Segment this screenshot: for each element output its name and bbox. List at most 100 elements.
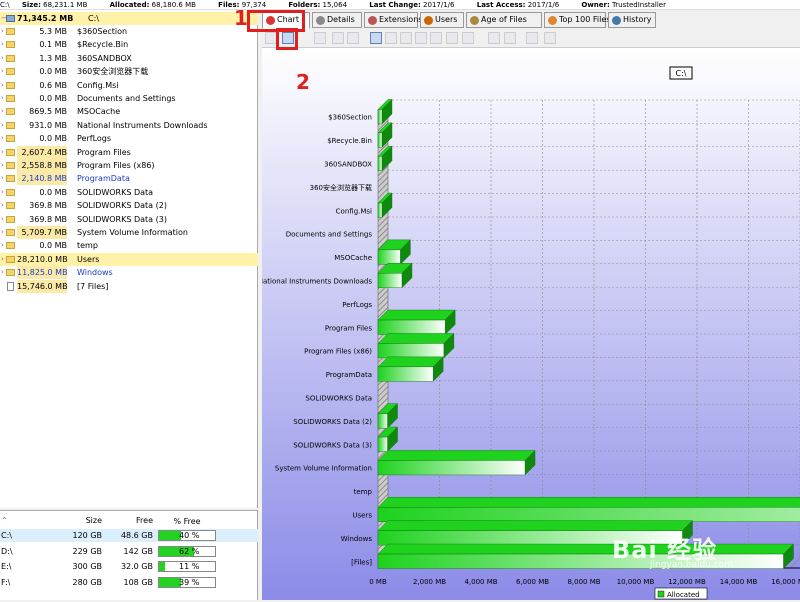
expand-icon[interactable]: › [1,38,4,51]
tab-details[interactable]: Details [312,12,362,28]
tab-history[interactable]: History [608,12,656,28]
legend-icon[interactable] [544,32,556,44]
drive-pct-bar: 11 % [158,561,216,572]
folder-icon [6,269,15,277]
tree-row-name: Program Files [77,147,131,157]
expand-icon[interactable]: › [1,52,4,65]
tree-row-size: 0.6 MB [39,80,67,90]
tree-row[interactable]: › 5,709.7 MB System Volume Information [0,226,258,239]
tree-row[interactable]: › 0.0 MB 360安全浏览器下载 [0,65,258,78]
tab-users[interactable]: Users [420,12,464,28]
options-icon[interactable] [526,32,538,44]
x-tick-label: 16,000 MB [771,578,800,586]
expand-icon[interactable]: › [1,199,4,212]
tree-row[interactable]: › 369.8 MB SOLIDWORKS Data (2) [0,199,258,212]
tree-row[interactable]: › 28,210.0 MB Users [0,252,258,266]
header-free[interactable]: Free [105,514,153,527]
expand-icon[interactable]: › [1,172,4,185]
background-icon[interactable] [430,32,442,44]
folders-value: 15,064 [322,1,348,9]
tree-row-name: MSOCache [77,107,121,117]
expand-icon[interactable]: › [1,146,4,159]
bar-top-face [377,356,444,368]
expand-icon[interactable]: › [1,65,4,78]
drive-row[interactable]: F:\ 280 GB 108 GB 39 % [0,576,258,589]
tab-label: Users [435,15,458,24]
folder-icon [6,121,15,129]
expand-icon[interactable]: › [1,213,4,226]
tree-row[interactable]: › 2,607.4 MB Program Files [0,145,258,159]
tree-row[interactable]: › 1.3 MB 360SANDBOX [0,52,258,65]
save-icon[interactable] [347,32,359,44]
bar [377,132,383,148]
tree-row-name: SOLIDWORKS Data [77,187,154,197]
tree-row[interactable]: › 0.0 MB Documents and Settings [0,92,258,105]
x-tick-label: 8,000 MB [567,578,600,586]
print-icon[interactable] [332,32,344,44]
tree-row[interactable]: › 11,825.0 MB Windows [0,266,258,280]
color-picker-icon[interactable] [462,32,474,44]
list-icon[interactable] [385,32,397,44]
x-tick-label: 4,000 MB [464,578,497,586]
annotation-box-toolbar-button [276,28,298,50]
tree-row[interactable]: › 931.0 MB National Instruments Downloads [0,119,258,132]
expand-icon[interactable]: › [1,226,4,239]
folders-label: Folders: [288,1,321,9]
expand-icon[interactable]: › [1,105,4,118]
tree-row[interactable]: › 2,140.8 MB ProgramData [0,172,258,186]
last-access-label: Last Access: [476,1,526,9]
bar-top-face [377,497,800,508]
tree-row[interactable]: › 369.8 MB SOLIDWORKS Data (3) [0,213,258,226]
tree-row[interactable]: › 0.0 MB temp [0,239,258,252]
expand-icon[interactable]: › [1,266,4,279]
bar [377,202,383,218]
status-bar: C:\ Size: 68,231.1 MB Allocated: 68,180.… [0,0,800,10]
tree-row[interactable]: › 0.0 MB PerfLogs [0,132,258,145]
tree-row[interactable]: › 5.3 MB $360Section [0,25,258,38]
grid-lines-icon[interactable] [400,32,412,44]
tree-row-size: 0.0 MB [39,187,67,197]
tree-row[interactable]: › 869.5 MB MSOCache [0,105,258,118]
drive-row[interactable]: D:\ 229 GB 142 GB 62 % [0,545,258,558]
expand-icon[interactable]: › [1,253,4,266]
bar [377,460,526,476]
folder-tree[interactable]: − 71,345.2 MB C:\ › 5.3 MB $360Section › 0.1… [0,10,258,508]
tree-row-name: 360SANDBOX [77,53,132,63]
bar-3d-icon[interactable] [370,32,382,44]
header-pct-free[interactable]: % Free [158,515,216,526]
tab-extensions[interactable]: Extensions [364,12,422,28]
tree-row[interactable]: › 0.6 MB Config.Msi [0,79,258,92]
tree-row[interactable]: › 0.1 MB $Recycle.Bin [0,38,258,51]
tree-row[interactable]: › 0.0 MB SOLIDWORKS Data [0,186,258,199]
expand-icon[interactable]: › [1,132,4,145]
zoom-in-icon[interactable] [488,32,500,44]
y-tick-label: 360SANDBOX [324,161,372,169]
drive-row[interactable]: E:\ 300 GB 32.0 GB 11 % [0,560,258,573]
colors-icon[interactable] [446,32,458,44]
drive-row[interactable]: C:\ 120 GB 48.6 GB 40 % [0,529,258,542]
expand-icon[interactable]: › [1,119,4,132]
tree-row-size: 28,210.0 MB [17,254,68,264]
tree-root[interactable]: − 71,345.2 MB C:\ [0,12,258,25]
folder-icon [6,188,15,196]
y-tick-label: Program Files (x86) [304,348,372,356]
tree-row[interactable]: › 2,558.8 MB Program Files (x86) [0,159,258,172]
zoom-out-icon[interactable] [504,32,516,44]
tab-age-of-files[interactable]: Age of Files [466,12,542,28]
expand-icon[interactable]: › [1,25,4,38]
y-tick-label: SOLIDWORKS Data [305,395,372,403]
header-size[interactable]: Size [60,514,102,527]
tab-top-100-files[interactable]: Top 100 Files [544,12,610,28]
expand-icon[interactable]: › [1,239,4,252]
sort-indicator-icon[interactable]: ⌃ [1,514,8,527]
tree-row[interactable]: 15,746.0 MB [7 Files] [0,279,258,293]
folder-icon [6,229,15,236]
copy-icon[interactable] [314,32,326,44]
tree-row-size: 0.1 MB [39,40,67,50]
expand-icon[interactable]: › [1,92,4,105]
expand-icon[interactable]: › [1,79,4,92]
expand-icon[interactable]: › [1,159,4,172]
drive-pct-text: 39 % [179,577,200,587]
table-icon[interactable] [415,32,427,44]
expand-icon[interactable]: › [1,186,4,199]
